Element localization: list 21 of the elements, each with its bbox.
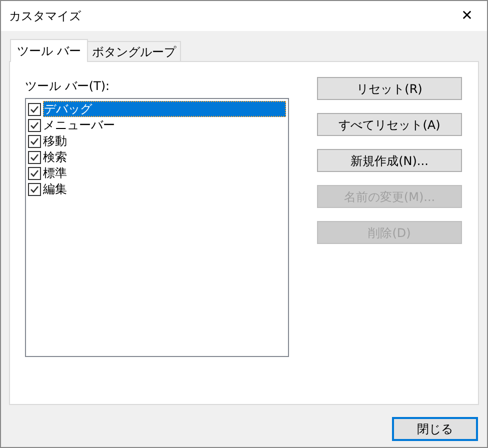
- list-item[interactable]: デバッグ: [43, 101, 286, 117]
- checkbox[interactable]: [28, 118, 41, 132]
- action-button[interactable]: すべてリセット(A): [317, 113, 462, 136]
- list-item[interactable]: 標準: [43, 165, 286, 181]
- tab[interactable]: ボタングループ: [88, 41, 181, 61]
- window-title: カスタマイズ: [9, 8, 81, 25]
- list-item[interactable]: メニューバー: [43, 117, 286, 133]
- list-item[interactable]: 検索: [43, 149, 286, 165]
- close-button[interactable]: ✕: [447, 1, 487, 31]
- checkbox[interactable]: [28, 102, 41, 116]
- checkbox[interactable]: [28, 150, 41, 164]
- checkbox[interactable]: [28, 182, 41, 196]
- list-item[interactable]: 編集: [43, 181, 286, 197]
- list-label: ツール バー(T):: [25, 78, 111, 95]
- checkbox[interactable]: [28, 166, 41, 180]
- checkbox[interactable]: [28, 134, 41, 148]
- list-item[interactable]: 移動: [43, 133, 286, 149]
- action-button[interactable]: 新規作成(N)...: [317, 149, 462, 172]
- close-dialog-button[interactable]: 閉じる: [392, 417, 478, 441]
- action-button[interactable]: リセット(R): [317, 77, 462, 100]
- tab[interactable]: ツール バー: [10, 39, 88, 62]
